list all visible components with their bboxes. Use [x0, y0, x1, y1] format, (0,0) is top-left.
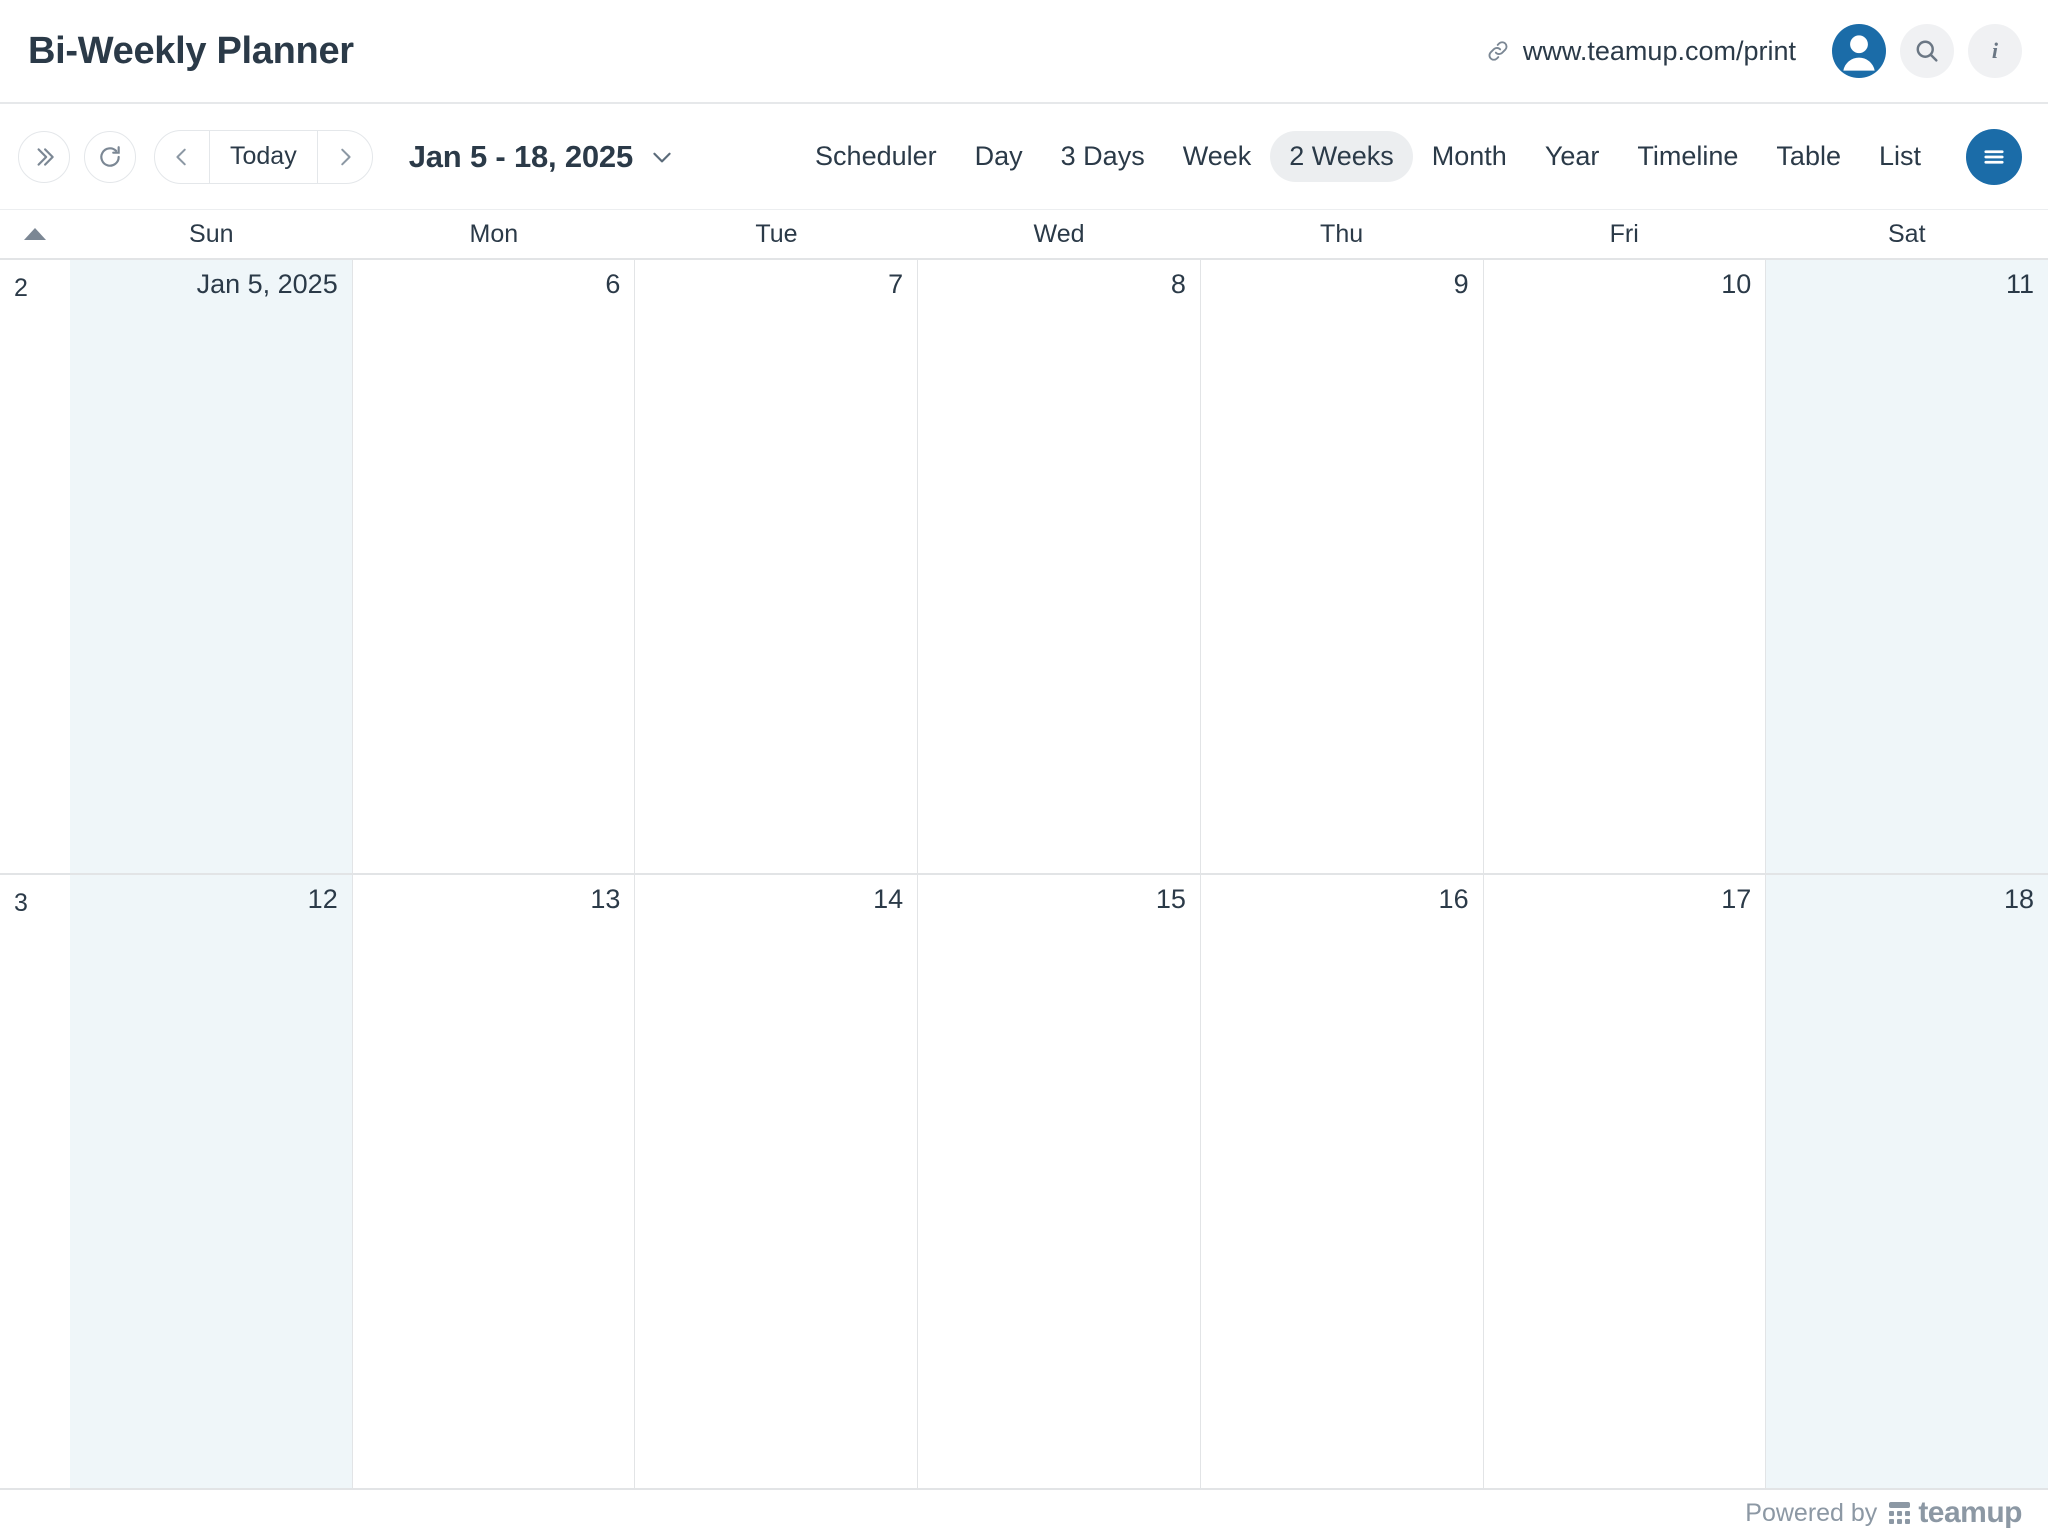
day-cell[interactable]: Jan 5, 2025	[70, 260, 353, 873]
teamup-logo[interactable]: teamup	[1889, 1496, 2022, 1530]
week-row: 3 12 13 14 15 16 17	[0, 873, 2048, 1488]
tab-2-weeks[interactable]: 2 Weeks	[1270, 131, 1413, 182]
day-header-mon: Mon	[353, 220, 636, 249]
day-number: 18	[1776, 885, 2034, 915]
powered-by-label: Powered by	[1745, 1499, 1877, 1528]
chevron-down-icon	[649, 144, 675, 170]
day-cell[interactable]: 13	[353, 875, 636, 1488]
svg-text:i: i	[1992, 38, 1999, 63]
tab-year[interactable]: Year	[1526, 131, 1619, 182]
tab-week[interactable]: Week	[1164, 131, 1271, 182]
date-range-label: Jan 5 - 18, 2025	[409, 139, 633, 175]
day-cell[interactable]: 18	[1766, 875, 2048, 1488]
day-number: 10	[1494, 270, 1752, 300]
user-avatar[interactable]	[1832, 24, 1886, 78]
tab-list[interactable]: List	[1860, 131, 1940, 182]
tab-month[interactable]: Month	[1413, 131, 1526, 182]
day-number: 13	[363, 885, 621, 915]
day-number: 6	[363, 270, 621, 300]
day-header-sat: Sat	[1765, 220, 2048, 249]
day-number: 14	[645, 885, 903, 915]
day-header-sun: Sun	[70, 220, 353, 249]
calendar-grid-container: Sun Mon Tue Wed Thu Fri Sat 2 Jan 5, 202…	[0, 210, 2048, 1490]
search-icon	[1913, 37, 1941, 65]
search-button[interactable]	[1900, 24, 1954, 78]
day-cell[interactable]: 14	[635, 875, 918, 1488]
app-header: Bi-Weekly Planner www.teamup.com/print	[0, 0, 2048, 104]
day-number: 15	[928, 885, 1186, 915]
tab-3-days[interactable]: 3 Days	[1042, 131, 1164, 182]
day-number: 9	[1211, 270, 1469, 300]
today-button[interactable]: Today	[209, 131, 318, 183]
day-cell[interactable]: 9	[1201, 260, 1484, 873]
info-icon: i	[1981, 37, 2009, 65]
day-header-fri: Fri	[1483, 220, 1766, 249]
hamburger-menu-icon	[1980, 143, 2008, 171]
teamup-wordmark: teamup	[1918, 1496, 2022, 1530]
tab-scheduler[interactable]: Scheduler	[796, 131, 956, 182]
teamup-logo-icon	[1889, 1502, 1910, 1524]
week-row: 2 Jan 5, 2025 6 7 8 9 10	[0, 260, 2048, 873]
day-number: 8	[928, 270, 1186, 300]
refresh-button[interactable]	[84, 131, 136, 183]
allday-collapse-cell	[0, 228, 70, 240]
footer: Powered by teamup	[0, 1490, 2048, 1536]
day-header-wed: Wed	[918, 220, 1201, 249]
main-menu-button[interactable]	[1966, 129, 2022, 185]
page-title: Bi-Weekly Planner	[28, 30, 354, 73]
view-mode-tabs: Scheduler Day 3 Days Week 2 Weeks Month …	[796, 129, 2022, 185]
day-number: 17	[1494, 885, 1752, 915]
today-navigation-group: Today	[154, 130, 373, 184]
calendar-weeks-grid: 2 Jan 5, 2025 6 7 8 9 10	[0, 258, 2048, 1490]
day-cell[interactable]: 8	[918, 260, 1201, 873]
day-cell[interactable]: 6	[353, 260, 636, 873]
day-cell[interactable]: 10	[1484, 260, 1767, 873]
header-actions: www.teamup.com/print i	[1485, 24, 2022, 78]
day-number: 12	[80, 885, 338, 915]
triangle-up-icon[interactable]	[24, 228, 46, 240]
share-link[interactable]: www.teamup.com/print	[1485, 36, 1796, 67]
chevron-left-icon	[171, 146, 193, 168]
day-number: 16	[1211, 885, 1469, 915]
day-of-week-header-row: Sun Mon Tue Wed Thu Fri Sat	[0, 210, 2048, 258]
day-number: Jan 5, 2025	[80, 270, 338, 300]
chevron-right-icon	[334, 146, 356, 168]
previous-period-button[interactable]	[155, 131, 209, 183]
day-cell[interactable]: 11	[1766, 260, 2048, 873]
day-number: 11	[1776, 270, 2034, 300]
week-number: 2	[0, 260, 70, 873]
tab-timeline[interactable]: Timeline	[1618, 131, 1757, 182]
info-button[interactable]: i	[1968, 24, 2022, 78]
tab-table[interactable]: Table	[1757, 131, 1860, 182]
day-cell[interactable]: 17	[1484, 875, 1767, 1488]
link-icon	[1485, 38, 1511, 64]
day-cell[interactable]: 7	[635, 260, 918, 873]
day-number: 7	[645, 270, 903, 300]
calendar-app: Bi-Weekly Planner www.teamup.com/print	[0, 0, 2048, 1536]
day-cell[interactable]: 15	[918, 875, 1201, 1488]
expand-sidebar-button[interactable]	[18, 131, 70, 183]
share-url-text: www.teamup.com/print	[1523, 36, 1796, 67]
calendar-toolbar: Today Jan 5 - 18, 2025 Scheduler Day 3 D…	[0, 104, 2048, 210]
next-period-button[interactable]	[318, 131, 372, 183]
tab-day[interactable]: Day	[956, 131, 1042, 182]
user-avatar-icon	[1832, 24, 1886, 78]
chevron-double-right-icon	[31, 144, 57, 170]
day-cell[interactable]: 16	[1201, 875, 1484, 1488]
day-cell[interactable]: 12	[70, 875, 353, 1488]
week-number: 3	[0, 875, 70, 1488]
date-range-selector[interactable]: Jan 5 - 18, 2025	[409, 139, 675, 175]
day-header-tue: Tue	[635, 220, 918, 249]
day-header-thu: Thu	[1200, 220, 1483, 249]
refresh-icon	[97, 144, 123, 170]
